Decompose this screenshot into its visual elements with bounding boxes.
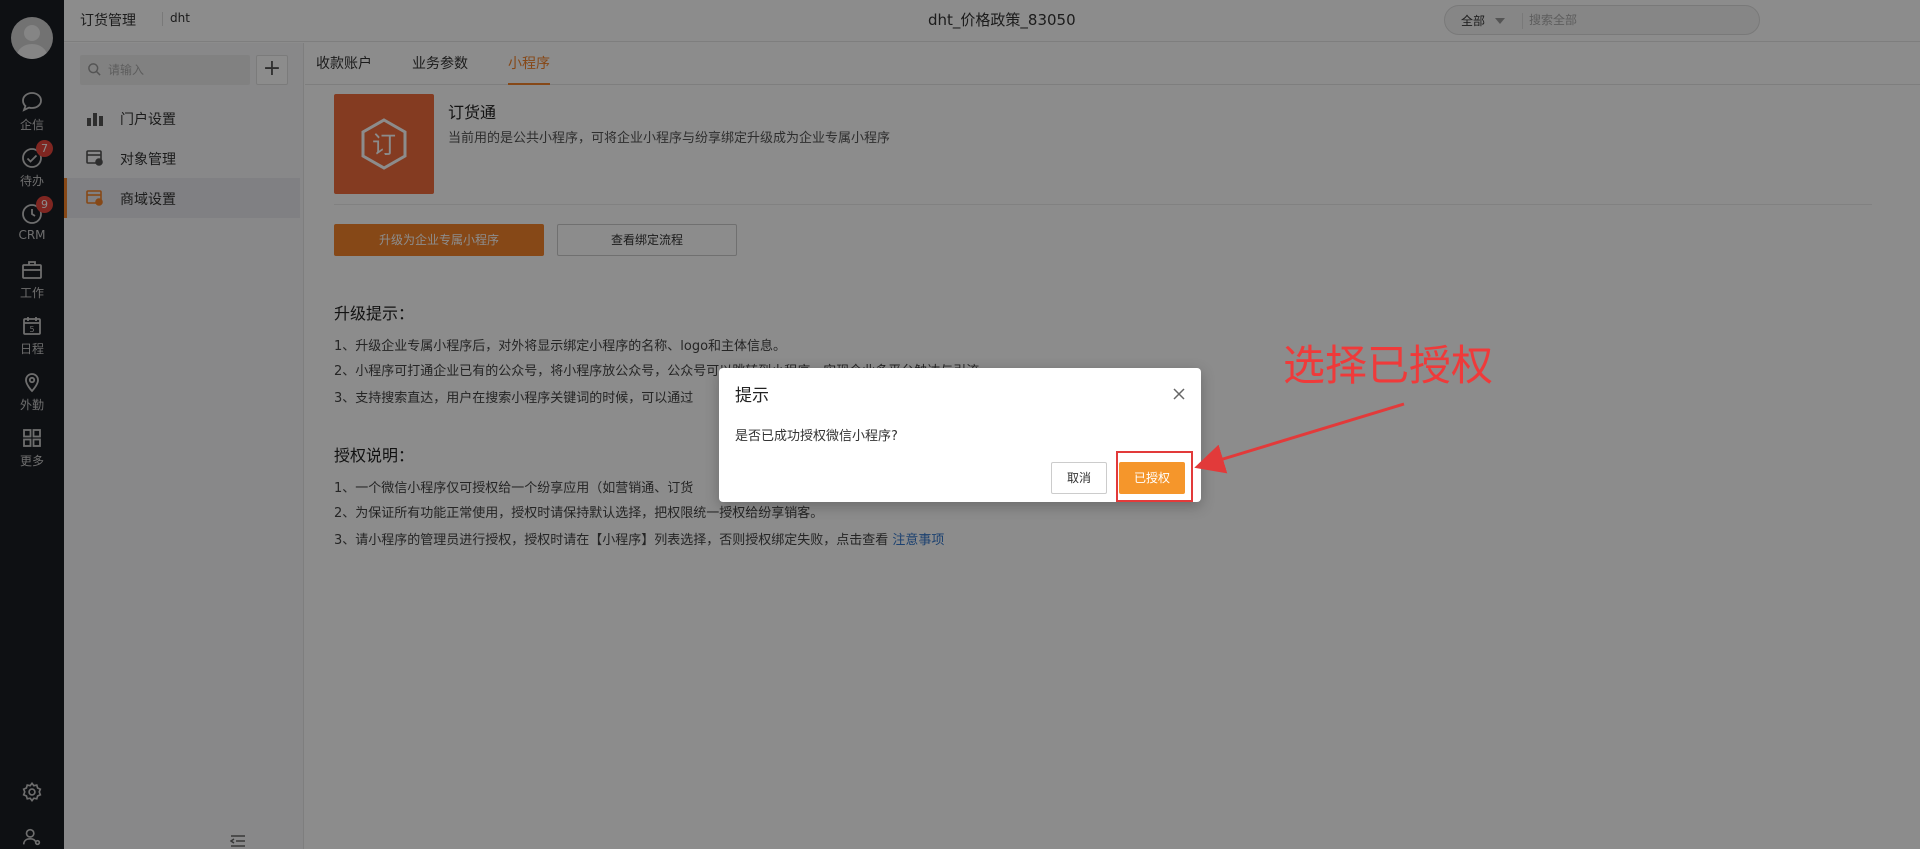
dialog-title: 提示 — [735, 386, 769, 406]
cancel-button[interactable]: 取消 — [1051, 462, 1107, 494]
dialog-message: 是否已成功授权微信小程序? — [735, 429, 898, 444]
annotation-text: 选择已授权 — [1283, 341, 1494, 390]
close-icon[interactable] — [1169, 384, 1189, 404]
annotation-highlight-box — [1116, 451, 1193, 502]
